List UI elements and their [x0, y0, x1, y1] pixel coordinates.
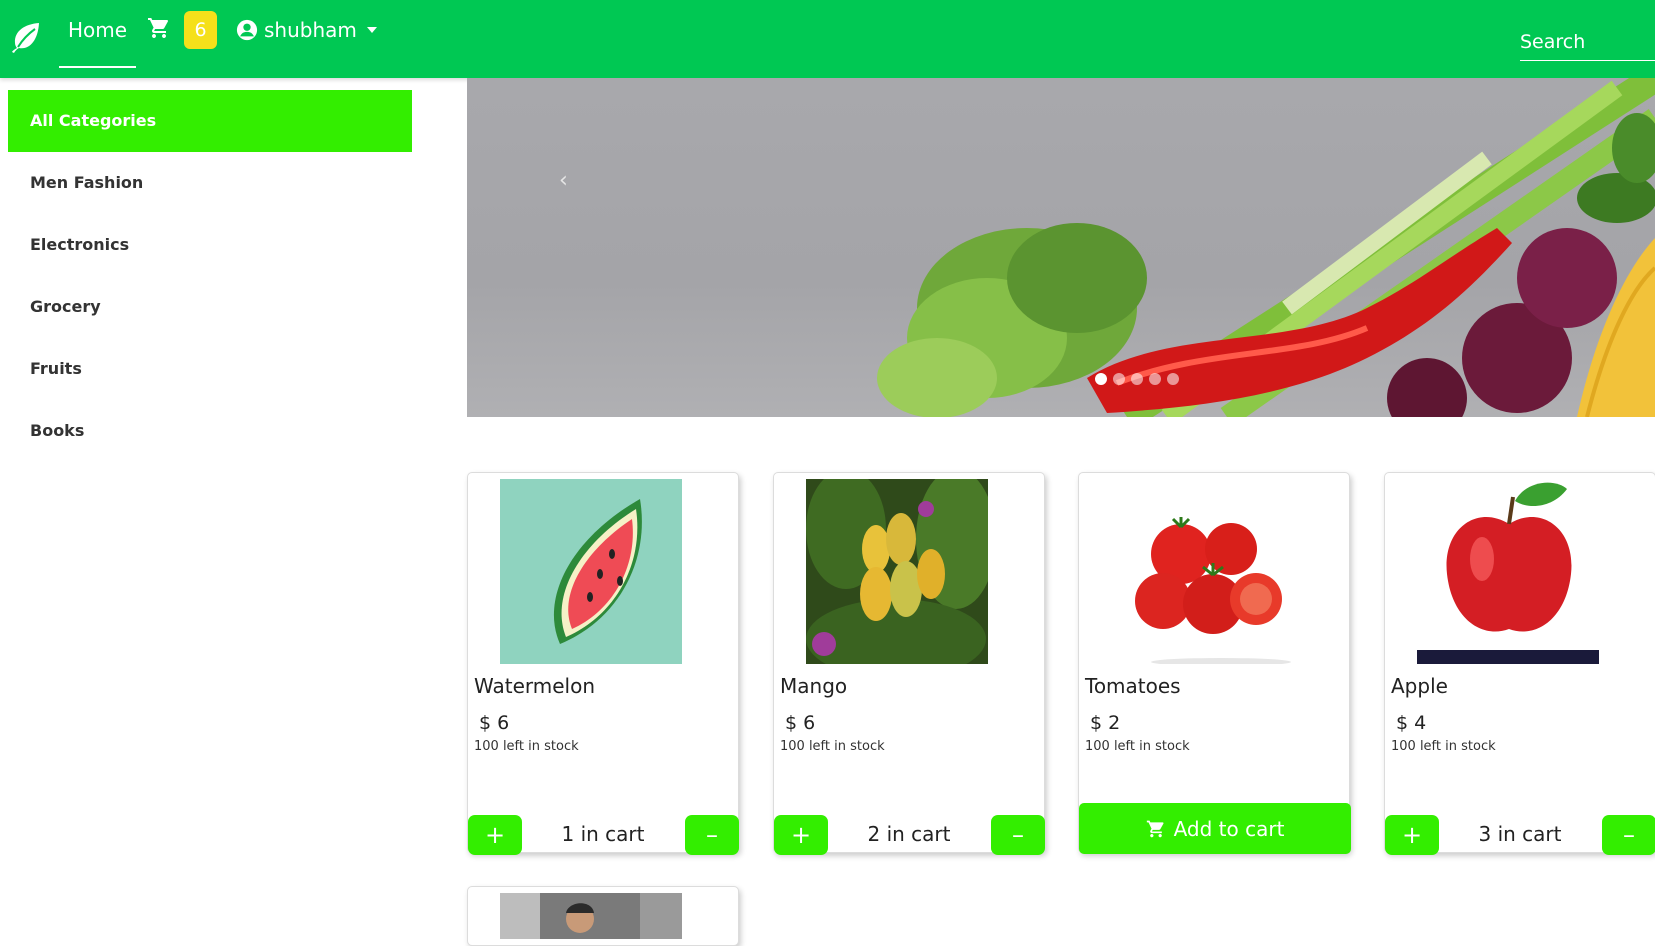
add-to-cart-button[interactable]: Add to cart: [1079, 803, 1351, 854]
product-name: Apple: [1391, 674, 1448, 698]
user-account-icon: [236, 19, 258, 41]
in-cart-count: 1 in cart: [561, 822, 645, 846]
product-card-tomatoes: Tomatoes $ 2 100 left in stock Add to ca…: [1078, 472, 1351, 854]
carousel-indicators: [1095, 373, 1179, 385]
currency-symbol: $: [1396, 712, 1409, 734]
sidebar-item-men-fashion[interactable]: Men Fashion: [8, 152, 412, 214]
in-cart-count: 3 in cart: [1478, 822, 1562, 846]
sidebar-item-grocery[interactable]: Grocery: [8, 276, 412, 338]
stock-status: 100 left in stock: [1085, 739, 1190, 754]
category-sidebar: All Categories Men Fashion Electronics G…: [8, 90, 412, 462]
price-value: 4: [1414, 712, 1427, 734]
cart-icon: [1146, 820, 1164, 837]
currency-symbol: $: [785, 712, 798, 734]
stock-status: 100 left in stock: [780, 739, 885, 754]
product-name: Tomatoes: [1085, 674, 1181, 698]
carousel-dot[interactable]: [1167, 373, 1179, 385]
product-card-partial: [467, 886, 739, 946]
watermelon-image: [500, 479, 682, 664]
sidebar-item-all-categories[interactable]: All Categories: [8, 90, 412, 152]
sidebar-item-books[interactable]: Books: [8, 400, 412, 462]
increase-quantity-button[interactable]: +: [774, 815, 828, 855]
product-card-watermelon: Watermelon $ 6 100 left in stock + 1 in …: [467, 472, 739, 855]
product-price: $ 2: [1090, 712, 1120, 734]
sidebar-item-electronics[interactable]: Electronics: [8, 214, 412, 276]
chevron-down-icon: [366, 27, 377, 33]
vegetables-banner-image: [877, 78, 1655, 417]
decrease-quantity-button[interactable]: –: [685, 815, 739, 855]
product-card-mango: Mango $ 6 100 left in stock + 2 in cart …: [773, 472, 1045, 855]
sidebar-item-fruits[interactable]: Fruits: [8, 338, 412, 400]
user-name: shubham: [264, 18, 357, 42]
carousel-prev-button[interactable]: ‹: [559, 168, 568, 193]
search-input[interactable]: [1520, 24, 1655, 61]
price-value: 6: [803, 712, 816, 734]
product-price: $ 6: [785, 712, 815, 734]
top-navbar: Home 6 shubham: [0, 0, 1655, 78]
tomatoes-image: [1111, 479, 1293, 664]
cart-icon[interactable]: [147, 16, 171, 40]
cart-count-badge[interactable]: 6: [184, 11, 217, 49]
carousel-dot[interactable]: [1149, 373, 1161, 385]
product-name: Watermelon: [474, 674, 596, 698]
product-name: Mango: [780, 674, 848, 698]
price-value: 2: [1108, 712, 1121, 734]
decrease-quantity-button[interactable]: –: [1602, 815, 1655, 855]
apple-image: [1417, 479, 1599, 664]
product-price: $ 6: [479, 712, 509, 734]
leaf-logo-icon[interactable]: [11, 21, 41, 53]
in-cart-count: 2 in cart: [867, 822, 951, 846]
stock-status: 100 left in stock: [1391, 739, 1496, 754]
carousel-dot[interactable]: [1095, 373, 1107, 385]
add-to-cart-label: Add to cart: [1173, 816, 1285, 841]
product-price: $ 4: [1396, 712, 1426, 734]
increase-quantity-button[interactable]: +: [1385, 815, 1439, 855]
product-card-apple: Apple $ 4 100 left in stock + 3 in cart …: [1384, 472, 1655, 855]
carousel-dot[interactable]: [1113, 373, 1125, 385]
banner-carousel[interactable]: ‹: [467, 78, 1655, 417]
user-menu-dropdown[interactable]: shubham: [236, 15, 377, 45]
currency-symbol: $: [1090, 712, 1103, 734]
nav-home-link[interactable]: Home: [59, 14, 137, 68]
decrease-quantity-button[interactable]: –: [991, 815, 1045, 855]
carousel-dot[interactable]: [1131, 373, 1143, 385]
increase-quantity-button[interactable]: +: [468, 815, 522, 855]
currency-symbol: $: [479, 712, 492, 734]
mango-image: [806, 479, 988, 664]
price-value: 6: [497, 712, 510, 734]
stock-status: 100 left in stock: [474, 739, 579, 754]
product-image: [500, 893, 682, 939]
